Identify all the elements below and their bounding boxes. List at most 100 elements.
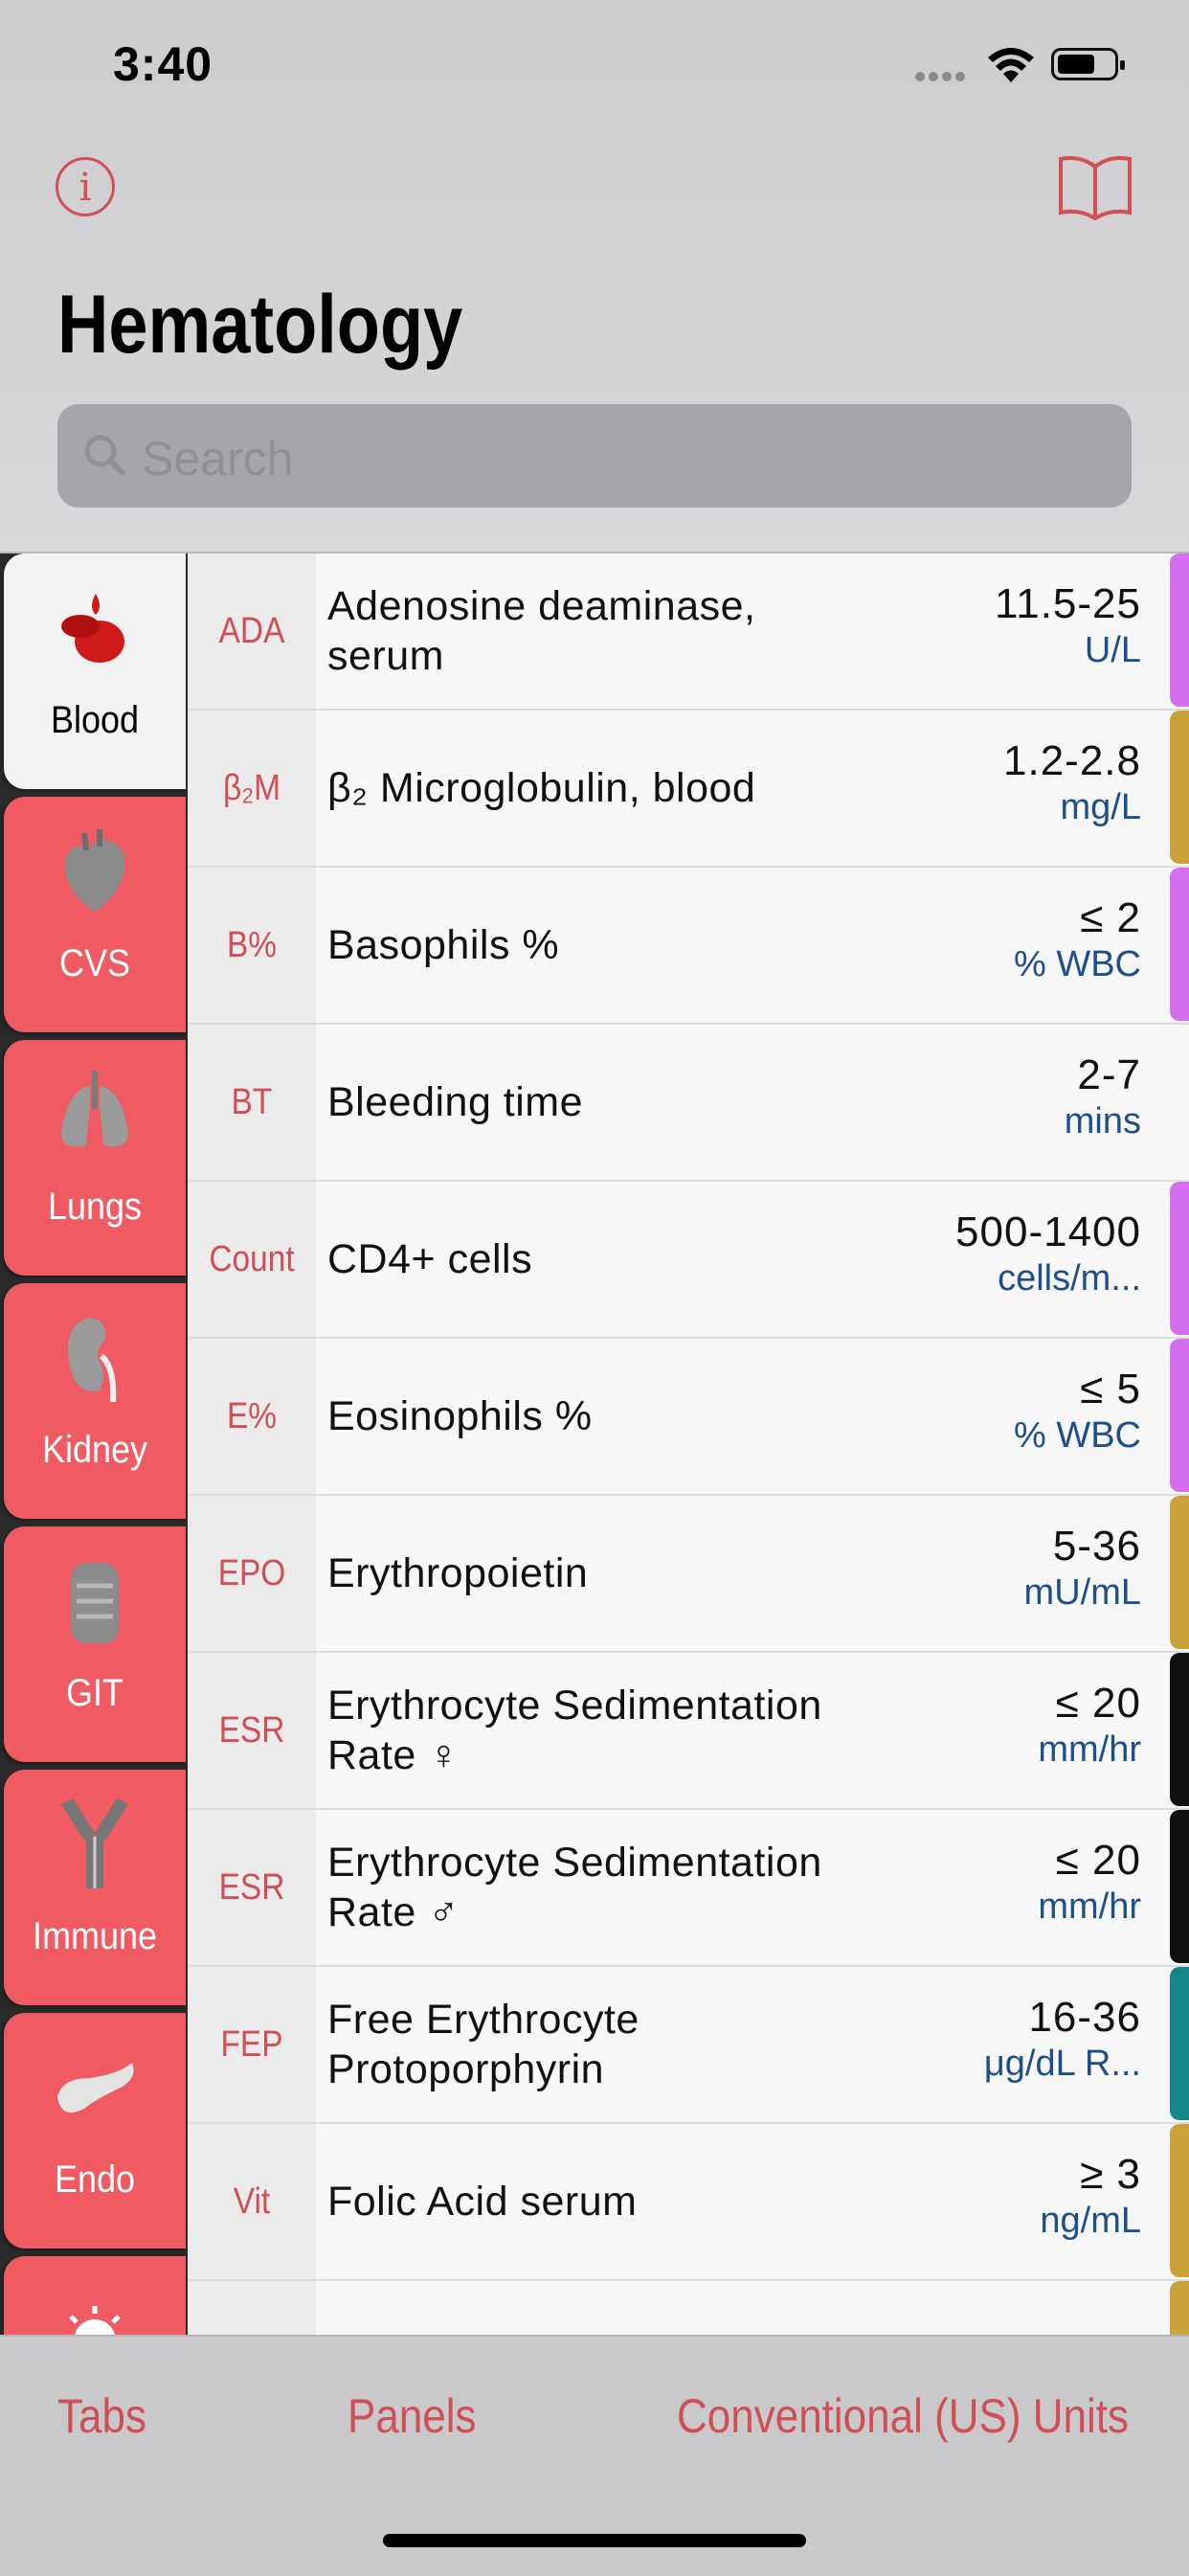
list-item[interactable] [188, 2281, 1189, 2335]
tab-label: GIT [65, 1672, 123, 1714]
category-color-bar [1170, 1339, 1189, 1492]
test-name: Bleeding time [327, 1079, 584, 1125]
tab-label: CVS [58, 942, 131, 984]
tab-more[interactable] [4, 2256, 186, 2335]
test-abbr: B% [226, 925, 278, 965]
tab-endo[interactable]: Endo [4, 2013, 186, 2248]
tab-label: Lungs [47, 1186, 143, 1228]
test-range: 5-36 [1052, 1523, 1141, 1570]
test-unit: mm/hr [1038, 1887, 1141, 1927]
test-range: ≤ 20 [1055, 1680, 1141, 1727]
test-range: 1.2-2.8 [1003, 737, 1141, 784]
battery-icon [1051, 48, 1125, 80]
home-indicator[interactable] [383, 2534, 806, 2547]
panels-button[interactable]: Panels [348, 2388, 477, 2444]
tab-cvs[interactable]: CVS [4, 797, 186, 1032]
test-range: 2-7 [1077, 1051, 1141, 1098]
tab-immune[interactable]: Immune [4, 1770, 186, 2005]
info-icon[interactable]: i [56, 157, 115, 216]
test-abbr: FEP [220, 2024, 283, 2065]
category-color-bar [1170, 711, 1189, 864]
test-unit: ng/mL [1040, 2201, 1141, 2241]
lungs-icon [61, 1071, 128, 1147]
search-bar[interactable]: Search [57, 404, 1132, 508]
list-item[interactable]: Vit Folic Acid serum ≥ 3 ng/mL [188, 2124, 1189, 2281]
test-name: Eosinophils % [327, 1393, 593, 1439]
test-abbr: BT [231, 1082, 273, 1122]
category-color-bar [1170, 2281, 1189, 2335]
test-abbr [195, 2281, 308, 2335]
test-range: ≤ 2 [1080, 894, 1141, 941]
test-unit: U/L [1084, 630, 1141, 670]
test-name: Erythrocyte Sedimentation Rate ♂ [327, 1840, 822, 1935]
test-unit: mm/hr [1038, 1729, 1141, 1770]
test-name: Free Erythrocyte Protoporphyrin [327, 1997, 639, 2092]
test-abbr: EPO [217, 1553, 286, 1593]
test-abbr: E% [226, 1396, 278, 1436]
test-unit: % WBC [1014, 944, 1141, 984]
test-abbr: Vit [233, 2181, 271, 2222]
pancreas-icon [57, 2063, 134, 2113]
test-range: 11.5-25 [995, 580, 1141, 627]
test-range: ≤ 20 [1055, 1837, 1141, 1884]
test-unit: cells/m... [998, 1258, 1141, 1299]
cellular-signal-icon [915, 69, 969, 81]
test-unit: μg/dL R... [983, 2044, 1141, 2084]
list-item[interactable]: ADA Adenosine deaminase, serum 11.5-25 U/… [188, 554, 1189, 711]
tab-label: Blood [50, 699, 140, 741]
test-abbr: ESR [218, 1867, 285, 1908]
search-icon [84, 435, 125, 476]
category-color-bar [1170, 2124, 1189, 2277]
tabs-button[interactable]: Tabs [57, 2388, 146, 2444]
tab-kidney[interactable]: Kidney [4, 1283, 186, 1519]
list-item[interactable]: β₂M β₂ Microglobulin, blood 1.2-2.8 mg/L [188, 711, 1189, 868]
category-color-bar [1170, 1967, 1189, 2120]
test-unit: mins [1064, 1101, 1141, 1141]
test-name [327, 2281, 873, 2335]
test-unit: mg/L [1060, 787, 1141, 827]
tab-blood[interactable]: Blood [4, 554, 186, 789]
test-name: Basophils % [327, 922, 560, 968]
test-abbr: Count [209, 1239, 295, 1279]
book-icon[interactable] [1057, 153, 1133, 222]
list-item[interactable]: ESR Erythrocyte Sedimentation Rate ♂ ≤ 2… [188, 1810, 1189, 1967]
blood-drop-icon [61, 594, 124, 663]
intestine-icon [71, 1563, 119, 1643]
category-sidebar: Blood CVS Lungs Kidney GIT Immune Endo [0, 554, 188, 2335]
tab-git[interactable]: GIT [4, 1526, 186, 1762]
sun-icon [69, 2306, 121, 2335]
search-input[interactable]: Search [142, 431, 293, 486]
units-toggle-button[interactable]: Conventional (US) Units [677, 2388, 1129, 2444]
list-item[interactable]: E% Eosinophils % ≤ 5% WBC [188, 1339, 1189, 1496]
list-item[interactable]: BT Bleeding time 2-7 mins [188, 1025, 1189, 1182]
category-color-bar [1170, 868, 1189, 1021]
test-unit: mU/mL [1023, 1572, 1141, 1613]
category-color-bar [1170, 1653, 1189, 1806]
list-item[interactable]: ESR Erythrocyte Sedimentation Rate ♀ ≤ 2… [188, 1653, 1189, 1810]
test-name: β₂ Microglobulin, blood [327, 765, 756, 811]
tab-lungs[interactable]: Lungs [4, 1040, 186, 1276]
test-range: 16-36 [1028, 1994, 1141, 2041]
test-range: ≤ 5 [1080, 1366, 1141, 1412]
test-unit: % WBC [1014, 1415, 1141, 1456]
test-abbr: ESR [218, 1710, 285, 1751]
category-color-bar [1170, 1182, 1189, 1335]
list-item[interactable]: Count CD4+ cells 500-1400 cells/m... [188, 1182, 1189, 1339]
category-color-bar [1170, 1496, 1189, 1649]
test-name: Erythropoietin [327, 1550, 589, 1596]
tab-label: Immune [32, 1915, 158, 1957]
test-list: ADA Adenosine deaminase, serum 11.5-25 U/… [188, 554, 1189, 2335]
page-title: Hematology [57, 279, 463, 371]
kidney-icon [67, 1318, 117, 1403]
test-name: Folic Acid serum [327, 2179, 638, 2225]
category-color-bar [1170, 554, 1189, 707]
list-item[interactable]: B% Basophils % ≤ 2% WBC [188, 868, 1189, 1025]
category-color-bar [1170, 1810, 1189, 1963]
test-name: Erythrocyte Sedimentation Rate ♀ [327, 1683, 822, 1778]
test-name: Adenosine deaminase, serum [327, 583, 756, 679]
heart-icon [64, 829, 125, 912]
antibody-icon [61, 1798, 128, 1888]
list-item[interactable]: EPO Erythropoietin 5-36 mU/mL [188, 1496, 1189, 1653]
test-name: CD4+ cells [327, 1236, 533, 1282]
list-item[interactable]: FEP Free Erythrocyte Protoporphyrin 16-3… [188, 1967, 1189, 2124]
